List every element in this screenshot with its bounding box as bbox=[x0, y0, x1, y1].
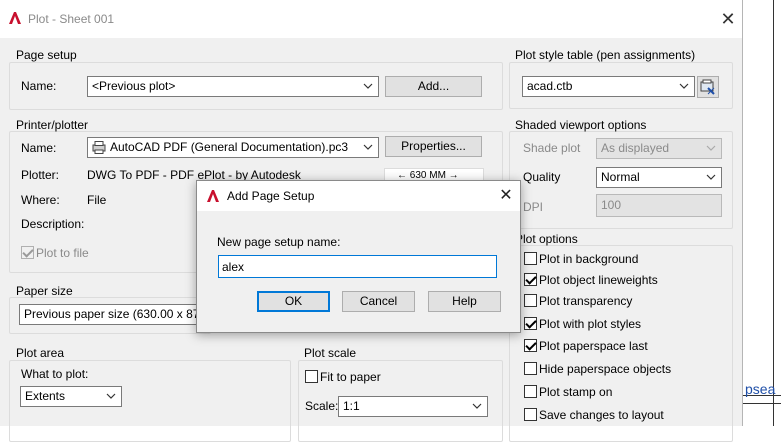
page-setup-name-label: Name: bbox=[21, 79, 57, 93]
dpi-value: 100 bbox=[601, 198, 622, 212]
quality-value: Normal bbox=[601, 170, 640, 184]
shade-plot-label: Shade plot bbox=[523, 141, 581, 155]
cancel-button[interactable]: Cancel bbox=[342, 291, 415, 312]
plot-option-label-2: Plot transparency bbox=[539, 294, 633, 308]
where-label: Where: bbox=[21, 193, 60, 207]
plot-option-checkbox-5[interactable] bbox=[524, 362, 537, 375]
shade-plot-combo[interactable]: As displayed bbox=[596, 138, 722, 159]
chevron-down-icon bbox=[679, 77, 689, 96]
window-close-button[interactable]: ✕ bbox=[718, 9, 738, 29]
plot-option-label-5: Hide paperspace objects bbox=[539, 362, 672, 376]
scale-combo[interactable]: 1:1 bbox=[338, 396, 488, 417]
fit-to-paper-label: Fit to paper bbox=[320, 370, 381, 384]
chevron-down-icon bbox=[363, 138, 373, 157]
page-setup-label: Page setup bbox=[16, 48, 77, 62]
shade-plot-value: As displayed bbox=[601, 141, 670, 155]
background-drawing-area: psea bbox=[742, 0, 781, 426]
plotter-icon bbox=[92, 141, 106, 157]
printer-properties-button[interactable]: Properties... bbox=[385, 136, 482, 157]
printer-name-label: Name: bbox=[21, 141, 57, 155]
plot-area-label: Plot area bbox=[16, 346, 65, 360]
dialog-close-button[interactable]: ✕ bbox=[497, 186, 515, 206]
dialog-title: Add Page Setup bbox=[227, 189, 315, 203]
plot-option-checkbox-6[interactable] bbox=[524, 385, 537, 398]
plot-option-label-7: Save changes to layout bbox=[539, 408, 664, 422]
printer-name-value: AutoCAD PDF (General Documentation).pc3 bbox=[110, 140, 349, 154]
plot-to-file-label: Plot to file bbox=[36, 246, 89, 260]
chevron-down-icon bbox=[472, 397, 482, 416]
shaded-viewport-label: Shaded viewport options bbox=[515, 118, 647, 132]
new-page-setup-name-input[interactable] bbox=[218, 255, 497, 278]
fit-to-paper-checkbox[interactable] bbox=[305, 370, 318, 383]
plot-option-checkbox-3[interactable] bbox=[524, 317, 537, 330]
plot-option-label-3: Plot with plot styles bbox=[539, 317, 642, 331]
chevron-down-icon bbox=[706, 139, 716, 158]
scale-value: 1:1 bbox=[343, 399, 360, 413]
window-title: Plot - Sheet 001 bbox=[28, 12, 115, 26]
page-setup-name-combo[interactable]: <Previous plot> bbox=[87, 76, 379, 97]
dpi-field[interactable]: 100 bbox=[596, 194, 722, 217]
where-value: File bbox=[87, 193, 107, 207]
plot-option-checkbox-7[interactable] bbox=[524, 408, 537, 421]
chevron-down-icon bbox=[706, 168, 716, 187]
dialog-titlebar: Add Page Setup ✕ bbox=[197, 181, 520, 211]
what-to-plot-label: What to plot: bbox=[21, 367, 89, 381]
printer-plotter-label: Printer/plotter bbox=[16, 118, 89, 132]
plot-option-label-4: Plot paperspace last bbox=[539, 339, 648, 353]
plot-style-table-combo[interactable]: acad.ctb bbox=[522, 76, 695, 97]
edit-plot-style-button[interactable] bbox=[697, 76, 719, 98]
window-titlebar: Plot - Sheet 001 ✕ bbox=[0, 0, 742, 38]
new-page-setup-name-label: New page setup name: bbox=[217, 235, 341, 249]
help-button[interactable]: Help bbox=[428, 291, 501, 312]
paper-size-label: Paper size bbox=[16, 284, 73, 298]
plot-style-table-label: Plot style table (pen assignments) bbox=[515, 48, 696, 62]
plot-option-checkbox-1[interactable] bbox=[524, 273, 537, 286]
add-page-setup-dialog: Add Page Setup ✕ New page setup name: OK… bbox=[196, 180, 521, 333]
page-setup-name-value: <Previous plot> bbox=[92, 79, 176, 93]
plot-option-checkbox-2[interactable] bbox=[524, 294, 537, 307]
plot-to-file-checkbox[interactable] bbox=[21, 246, 34, 259]
plot-options-label: Plot options bbox=[515, 232, 578, 246]
add-page-setup-button[interactable]: Add... bbox=[385, 76, 482, 97]
plot-option-label-0: Plot in background bbox=[539, 252, 639, 266]
autocad-logo-icon bbox=[207, 190, 219, 202]
plot-style-table-value: acad.ctb bbox=[527, 79, 573, 93]
ok-button[interactable]: OK bbox=[257, 291, 330, 312]
what-to-plot-combo[interactable]: Extents bbox=[20, 386, 122, 407]
quality-label: Quality bbox=[523, 170, 561, 184]
dpi-label: DPI bbox=[523, 200, 544, 214]
plot-scale-label: Plot scale bbox=[304, 346, 357, 360]
plot-option-label-6: Plot stamp on bbox=[539, 385, 613, 399]
plot-option-checkbox-4[interactable] bbox=[524, 339, 537, 352]
description-label: Description: bbox=[21, 217, 85, 231]
paper-size-combo[interactable]: Previous paper size (630.00 x 870.0 bbox=[19, 304, 209, 325]
scale-label: Scale: bbox=[305, 399, 339, 413]
printer-name-combo[interactable]: AutoCAD PDF (General Documentation).pc3 bbox=[87, 137, 379, 158]
plot-option-checkbox-0[interactable] bbox=[524, 252, 537, 265]
quality-combo[interactable]: Normal bbox=[596, 167, 722, 188]
what-to-plot-value: Extents bbox=[25, 389, 66, 403]
plot-option-label-1: Plot object lineweights bbox=[539, 273, 658, 287]
autocad-logo-icon bbox=[9, 12, 21, 24]
plot-style-edit-icon bbox=[700, 79, 716, 101]
background-drawing-text: psea bbox=[745, 381, 776, 397]
paper-size-value: Previous paper size (630.00 x 870.0 bbox=[24, 307, 209, 321]
plotter-label: Plotter: bbox=[21, 168, 60, 182]
chevron-down-icon bbox=[106, 387, 116, 406]
chevron-down-icon bbox=[363, 77, 373, 96]
